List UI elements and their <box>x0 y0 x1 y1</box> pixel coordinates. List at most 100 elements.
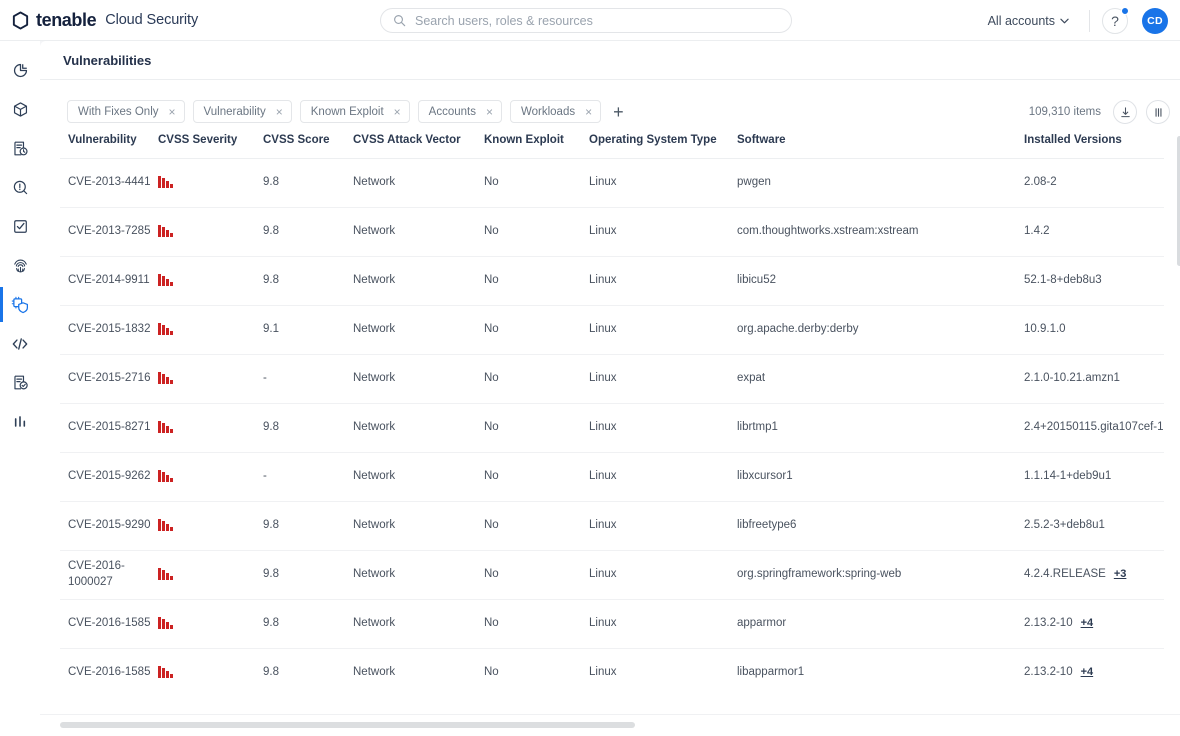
close-icon[interactable]: × <box>169 106 176 118</box>
cell-known-exploit-value: No <box>484 421 499 433</box>
filter-chip[interactable]: Accounts× <box>418 100 502 123</box>
cell-vulnerability[interactable]: CVE-2016-1000027 <box>60 551 158 600</box>
account-selector-label: All accounts <box>988 14 1055 28</box>
cell-vulnerability-value: CVE-2014-9911 <box>68 274 150 286</box>
sidebar-item-iac-code[interactable] <box>0 324 40 363</box>
cell-installed-versions: 4.2.4.RELEASE+3 <box>1024 551 1164 600</box>
cell-installed-versions: 2.08-2 <box>1024 159 1164 208</box>
table-row[interactable]: CVE-2015-18329.1NetworkNoLinuxorg.apache… <box>60 306 1164 355</box>
close-icon[interactable]: × <box>585 106 592 118</box>
filter-chip[interactable]: With Fixes Only× <box>67 100 185 123</box>
cell-cvss-score: 9.8 <box>263 404 353 453</box>
cell-cvss-score-value: 9.8 <box>263 666 279 678</box>
cell-vulnerability[interactable]: CVE-2015-8271 <box>60 404 158 453</box>
table-row[interactable]: CVE-2016-15859.8NetworkNoLinuxlibapparmo… <box>60 649 1164 693</box>
help-button[interactable]: ? <box>1102 8 1128 34</box>
cell-known-exploit-value: No <box>484 519 499 531</box>
avatar[interactable]: CD <box>1142 8 1168 34</box>
cell-vulnerability[interactable]: CVE-2014-9911 <box>60 257 158 306</box>
global-search[interactable] <box>380 8 792 33</box>
add-filter-button[interactable]: + <box>609 103 628 121</box>
chip-shield-icon <box>11 296 29 314</box>
close-icon[interactable]: × <box>394 106 401 118</box>
columns-settings-button[interactable] <box>1146 100 1170 124</box>
cell-vulnerability[interactable]: CVE-2016-1585 <box>60 649 158 693</box>
cell-known-exploit: No <box>484 502 589 551</box>
cell-known-exploit: No <box>484 551 589 600</box>
sidebar-item-policies[interactable] <box>0 129 40 168</box>
column-header-vulnerability[interactable]: Vulnerability <box>60 134 158 159</box>
cell-vulnerability[interactable]: CVE-2013-4441 <box>60 159 158 208</box>
cell-vulnerability[interactable]: CVE-2015-9262 <box>60 453 158 502</box>
table-scroll-area[interactable]: Vulnerability CVSS Severity CVSS Score C… <box>60 134 1180 692</box>
more-versions-link[interactable]: +3 <box>1114 568 1127 580</box>
more-versions-link[interactable]: +4 <box>1081 666 1094 678</box>
cell-os-type: Linux <box>589 159 737 208</box>
sidebar-item-query[interactable] <box>0 168 40 207</box>
filter-chip[interactable]: Vulnerability× <box>193 100 292 123</box>
cell-vulnerability-value: CVE-2015-9290 <box>68 519 150 531</box>
column-header-os-type[interactable]: Operating System Type <box>589 134 737 159</box>
table-row[interactable]: CVE-2014-99119.8NetworkNoLinuxlibicu5252… <box>60 257 1164 306</box>
table-row[interactable]: CVE-2016-15859.8NetworkNoLinuxapparmor2.… <box>60 600 1164 649</box>
installed-version-value: 2.08-2 <box>1024 175 1057 191</box>
cell-cvss-score-value: 9.8 <box>263 519 279 531</box>
table-row[interactable]: CVE-2013-72859.8NetworkNoLinuxcom.though… <box>60 208 1164 257</box>
cell-cvss-score-value: 9.1 <box>263 323 279 335</box>
cell-known-exploit-value: No <box>484 176 499 188</box>
search-icon <box>393 14 406 27</box>
cell-cvss-score-value: - <box>263 372 267 384</box>
table-row[interactable]: CVE-2016-10000279.8NetworkNoLinuxorg.spr… <box>60 551 1164 600</box>
cell-software-value: libicu52 <box>737 274 776 286</box>
column-header-cvss-severity[interactable]: CVSS Severity <box>158 134 263 159</box>
column-header-cvss-score[interactable]: CVSS Score <box>263 134 353 159</box>
table-row[interactable]: CVE-2013-44419.8NetworkNoLinuxpwgen2.08-… <box>60 159 1164 208</box>
sidebar-item-compliance[interactable] <box>0 207 40 246</box>
filter-chip[interactable]: Known Exploit× <box>300 100 410 123</box>
sidebar-item-vulnerabilities[interactable] <box>0 285 40 324</box>
cell-vulnerability-value: CVE-2015-8271 <box>68 421 150 433</box>
sidebar-item-analytics[interactable] <box>0 402 40 441</box>
download-button[interactable] <box>1113 100 1137 124</box>
table-row[interactable]: CVE-2015-92909.8NetworkNoLinuxlibfreetyp… <box>60 502 1164 551</box>
cell-cvss-attack-vector-value: Network <box>353 176 395 188</box>
table-horizontal-scrollbar[interactable] <box>60 722 635 728</box>
column-header-software[interactable]: Software <box>737 134 1024 159</box>
table-row[interactable]: CVE-2015-9262-NetworkNoLinuxlibxcursor11… <box>60 453 1164 502</box>
cell-cvss-attack-vector: Network <box>353 502 484 551</box>
cell-vulnerability[interactable]: CVE-2013-7285 <box>60 208 158 257</box>
brand-name: tenable <box>36 11 96 29</box>
column-header-cvss-attack-vector[interactable]: CVSS Attack Vector <box>353 134 484 159</box>
installed-version-value: 2.5.2-3+deb8u1 <box>1024 518 1105 534</box>
search-input[interactable] <box>415 14 779 28</box>
sidebar-item-inventory[interactable] <box>0 90 40 129</box>
cell-known-exploit-value: No <box>484 225 499 237</box>
installed-version-value: 52.1-8+deb8u3 <box>1024 273 1102 289</box>
cell-vulnerability[interactable]: CVE-2015-9290 <box>60 502 158 551</box>
cell-vulnerability[interactable]: CVE-2015-1832 <box>60 306 158 355</box>
more-versions-link[interactable]: +4 <box>1081 617 1094 629</box>
cell-cvss-attack-vector: Network <box>353 159 484 208</box>
cell-installed-versions: 2.13.2-10+4 <box>1024 600 1164 649</box>
close-icon[interactable]: × <box>276 106 283 118</box>
sidebar-item-identities[interactable] <box>0 246 40 285</box>
cell-cvss-attack-vector: Network <box>353 355 484 404</box>
sidebar-item-dashboard[interactable] <box>0 51 40 90</box>
close-icon[interactable]: × <box>486 106 493 118</box>
severity-bars-icon <box>158 519 173 531</box>
sidebar-item-reports[interactable] <box>0 363 40 402</box>
account-selector[interactable]: All accounts <box>980 10 1077 32</box>
severity-bars-icon <box>158 225 173 237</box>
cell-software-value: expat <box>737 372 765 384</box>
brand-logo[interactable]: tenable Cloud Security <box>11 11 198 30</box>
table-row[interactable]: CVE-2015-2716-NetworkNoLinuxexpat2.1.0-1… <box>60 355 1164 404</box>
cell-known-exploit: No <box>484 306 589 355</box>
column-header-installed-versions[interactable]: Installed Versions <box>1024 134 1164 159</box>
cell-vulnerability[interactable]: CVE-2016-1585 <box>60 600 158 649</box>
table-head: Vulnerability CVSS Severity CVSS Score C… <box>60 134 1164 159</box>
cell-vulnerability[interactable]: CVE-2015-2716 <box>60 355 158 404</box>
column-header-known-exploit[interactable]: Known Exploit <box>484 134 589 159</box>
filter-chip[interactable]: Workloads× <box>510 100 601 123</box>
cell-software: libxcursor1 <box>737 453 1024 502</box>
table-row[interactable]: CVE-2015-82719.8NetworkNoLinuxlibrtmp12.… <box>60 404 1164 453</box>
